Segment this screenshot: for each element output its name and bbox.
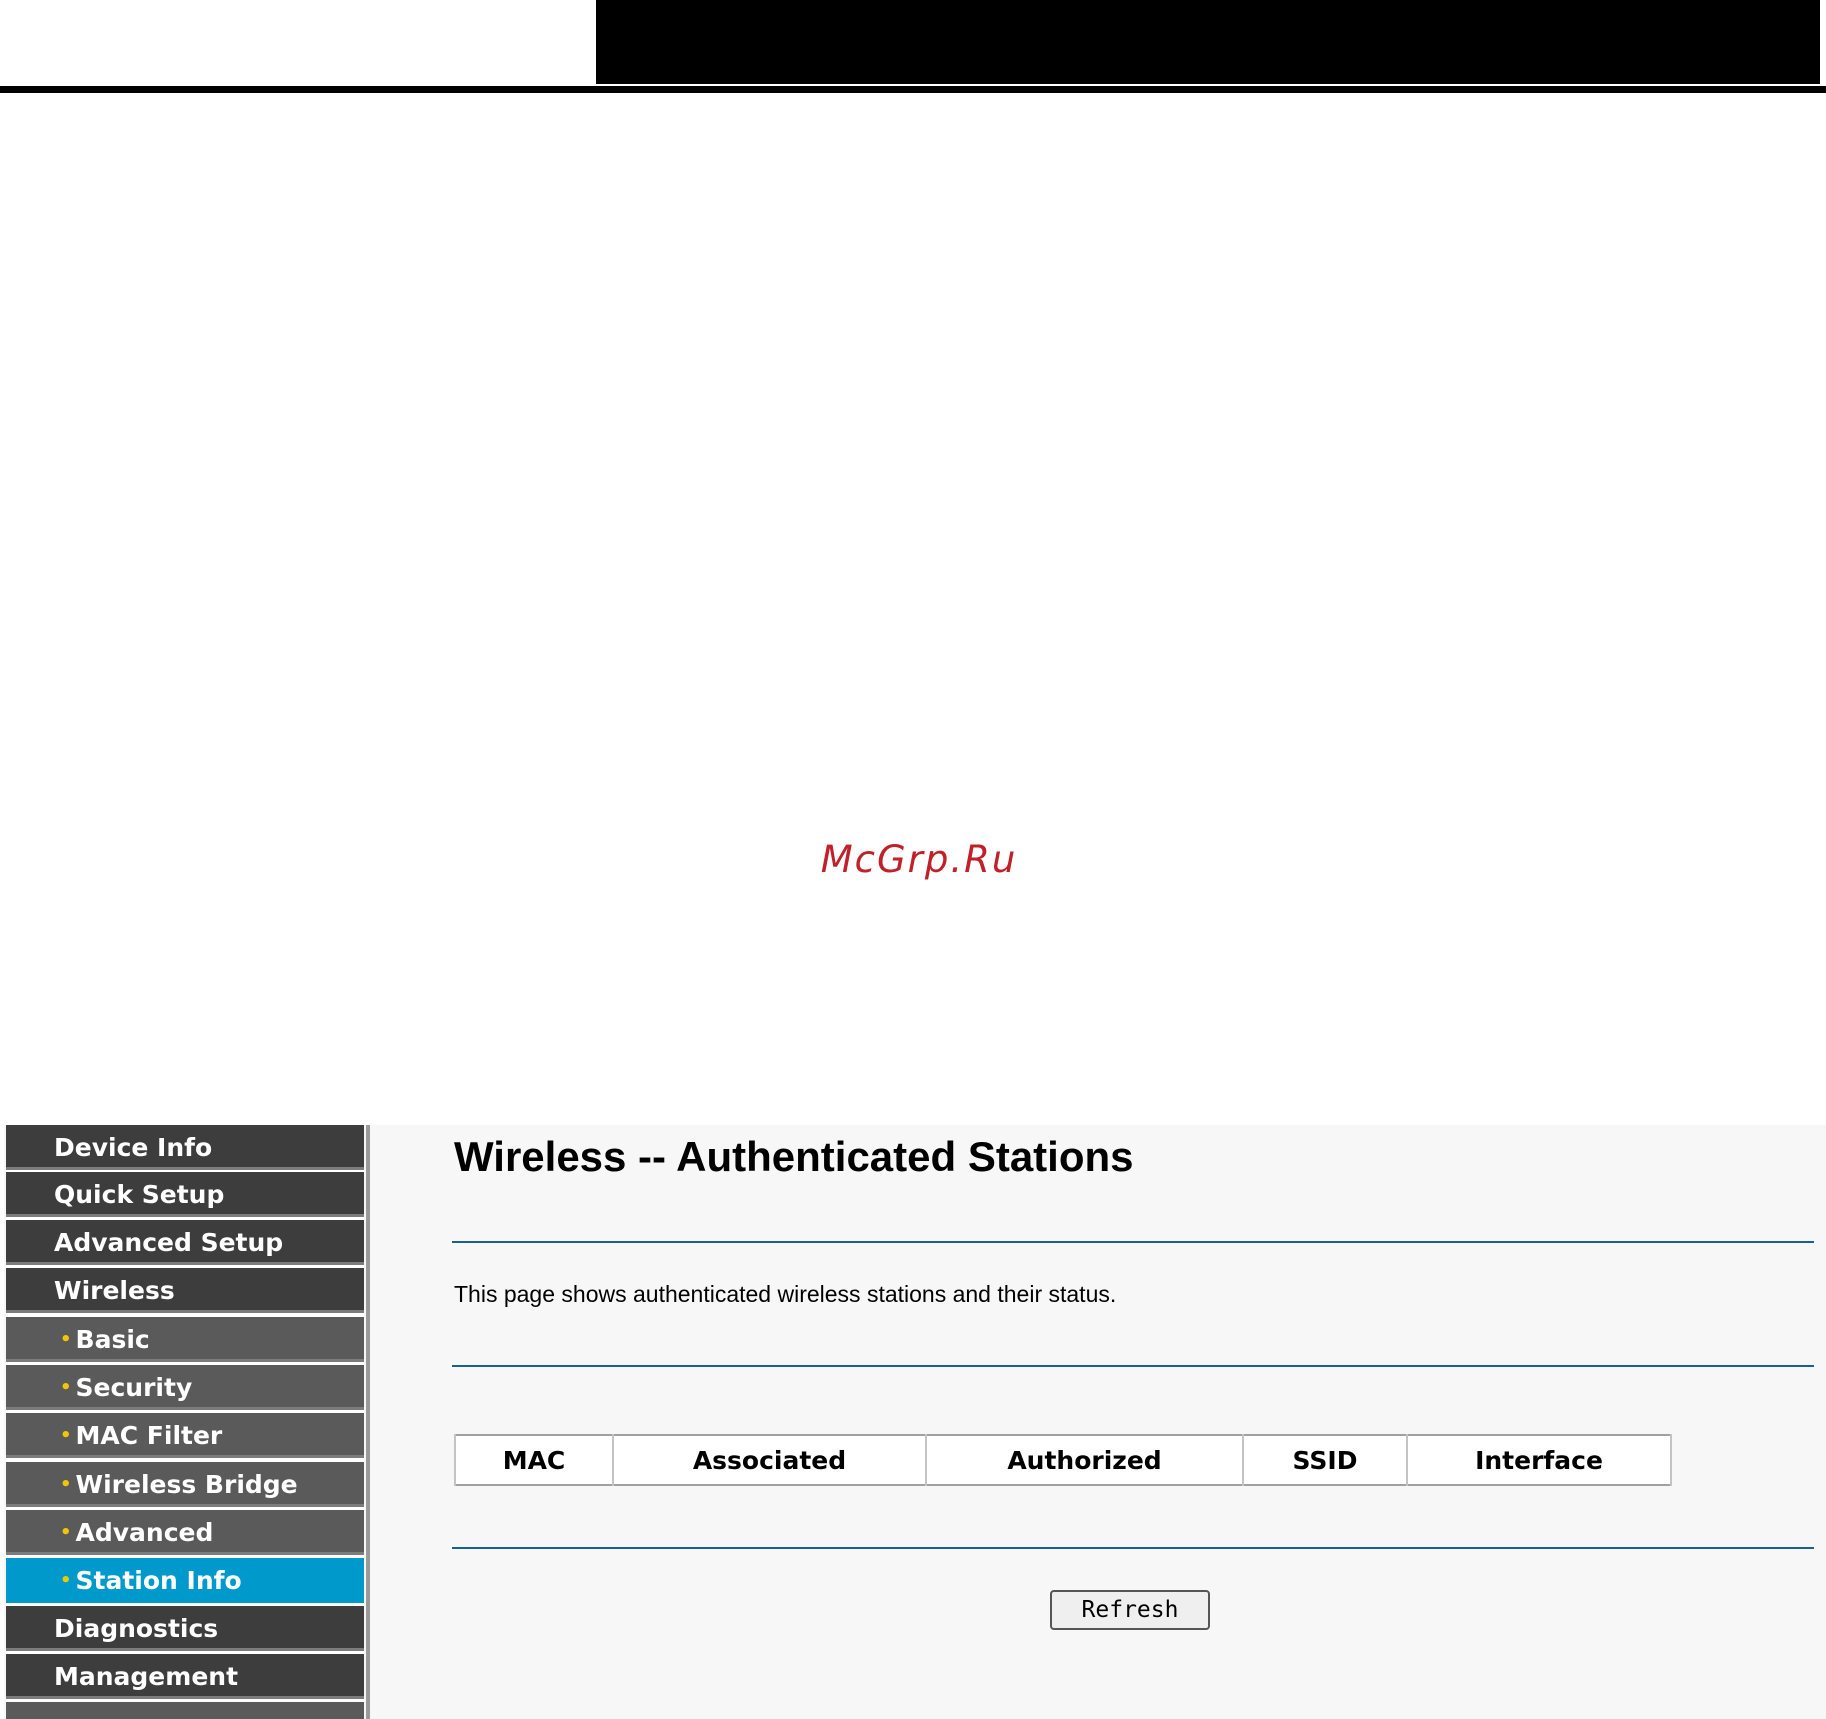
sidebar-item-label: Station Info (75, 1566, 242, 1595)
header-rule (0, 86, 1826, 93)
column-header-associated: Associated (612, 1435, 927, 1485)
sidebar-item-wireless[interactable]: Wireless (6, 1268, 364, 1313)
divider-middle (452, 1365, 1814, 1367)
header-bar (596, 0, 1820, 84)
sidebar-item-quick-setup[interactable]: Quick Setup (6, 1172, 364, 1217)
column-header-mac: MAC (454, 1435, 614, 1485)
column-header-ssid: SSID (1242, 1435, 1408, 1485)
sidebar-item-wireless-bridge[interactable]: • Wireless Bridge (6, 1462, 364, 1507)
sidebar-item-diagnostics[interactable]: Diagnostics (6, 1606, 364, 1651)
router-screenshot: Device Info Quick Setup Advanced Setup W… (4, 1125, 1826, 1719)
bullet-icon: • (60, 1570, 72, 1591)
page-description: This page shows authenticated wireless s… (454, 1281, 1117, 1307)
page: McGrp.Ru Device Info Quick Setup Advance… (0, 0, 1826, 1719)
sidebar-item-mac-filter[interactable]: • MAC Filter (6, 1413, 364, 1458)
sidebar-item-advanced-setup[interactable]: Advanced Setup (6, 1220, 364, 1265)
sidebar-item-label: Diagnostics (54, 1614, 219, 1643)
header-blank (0, 0, 596, 86)
bullet-icon: • (60, 1474, 72, 1495)
sidebar-item-device-info[interactable]: Device Info (6, 1125, 364, 1170)
divider-top (452, 1241, 1814, 1243)
page-title: Wireless -- Authenticated Stations (454, 1133, 1134, 1180)
sidebar-item-advanced[interactable]: • Advanced (6, 1510, 364, 1555)
sidebar-item-label: MAC Filter (75, 1421, 223, 1450)
sidebar-item-label: Advanced Setup (54, 1228, 284, 1257)
sidebar-item-next[interactable] (6, 1702, 364, 1719)
table-header-row: MAC Associated Authorized SSID Interface (454, 1435, 1672, 1485)
column-header-interface: Interface (1406, 1435, 1672, 1485)
sidebar-nav: Device Info Quick Setup Advanced Setup W… (6, 1125, 364, 1719)
sidebar-item-label: Wireless (54, 1276, 175, 1305)
watermark-text: McGrp.Ru (820, 838, 1018, 881)
sidebar-item-label: Device Info (54, 1133, 213, 1162)
bullet-icon: • (60, 1377, 72, 1398)
watermark: McGrp.Ru (0, 838, 1826, 881)
bullet-icon: • (60, 1425, 72, 1446)
sidebar-item-label: Basic (75, 1325, 150, 1354)
stations-table: MAC Associated Authorized SSID Interface (454, 1434, 1672, 1486)
sidebar-item-label: Management (54, 1662, 239, 1691)
sidebar-item-label: Security (75, 1373, 193, 1402)
bullet-icon: • (60, 1522, 72, 1543)
bullet-icon: • (60, 1329, 72, 1350)
sidebar-item-management[interactable]: Management (6, 1654, 364, 1699)
column-header-authorized: Authorized (925, 1435, 1244, 1485)
divider-bottom (452, 1547, 1814, 1549)
sidebar-item-label: Advanced (75, 1518, 214, 1547)
refresh-button[interactable]: Refresh (1050, 1590, 1210, 1630)
sidebar-item-basic[interactable]: • Basic (6, 1317, 364, 1362)
sidebar-item-label: Wireless Bridge (75, 1470, 298, 1499)
main-content: Wireless -- Authenticated Stations This … (370, 1125, 1826, 1719)
sidebar-item-security[interactable]: • Security (6, 1365, 364, 1410)
sidebar-item-station-info[interactable]: • Station Info (6, 1558, 364, 1603)
sidebar-item-label: Quick Setup (54, 1180, 225, 1209)
